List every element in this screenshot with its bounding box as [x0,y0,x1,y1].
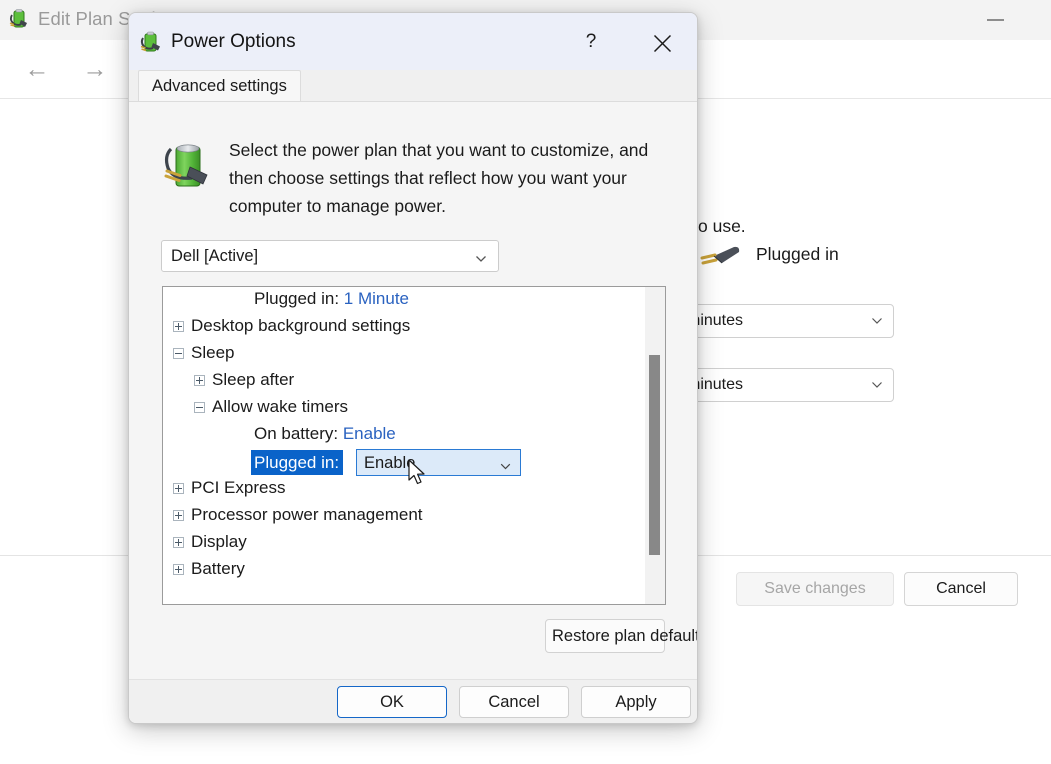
plugged-in-value: Enable [364,454,415,473]
tree-row[interactable]: Battery [163,557,645,584]
ok-button[interactable]: OK [337,686,447,718]
restore-plan-defaults-button[interactable]: Restore plan defaults [545,619,665,653]
dialog-titlebar: Power Options ? [129,13,697,70]
dialog-title: Power Options [171,31,296,53]
tree-node-label: Sleep [191,343,234,363]
expand-icon[interactable] [173,483,184,494]
tree-row[interactable]: Plugged in: Enable [163,449,645,476]
dialog-body: Select the power plan that you want to c… [129,102,697,679]
tree-node-label: Battery [191,559,245,579]
tree-row[interactable]: Display [163,530,645,557]
collapse-icon[interactable] [194,402,205,413]
power-plug-icon [700,238,746,278]
tree-node-label: Sleep after [212,370,294,390]
power-plan-select[interactable]: Dell [Active] [161,240,499,272]
tree-row[interactable]: Sleep [163,341,645,368]
cancel-button[interactable]: Cancel [459,686,569,718]
expand-icon[interactable] [173,537,184,548]
tree-row[interactable]: Desktop background settings [163,314,645,341]
dialog-footer: OK Cancel Apply [129,679,697,724]
chevron-down-icon [500,458,511,467]
background-combo-1[interactable]: minutes [688,304,894,338]
expand-icon[interactable] [173,321,184,332]
dialog-tabstrip: Advanced settings [129,70,697,102]
background-plugged-in-label: Plugged in [756,244,839,265]
arrow-right-icon[interactable]: → [79,54,111,86]
tree-node-label: Allow wake timers [212,397,348,417]
tree-node-label: Desktop background settings [191,316,410,336]
tree-row[interactable]: Processor power management [163,503,645,530]
power-plan-value: Dell [Active] [171,247,258,266]
tree-value-label: On battery: Enable [254,424,396,444]
tree-row[interactable]: Plugged in: 1 Minute [163,287,645,314]
collapse-icon[interactable] [173,348,184,359]
plugged-in-value-select[interactable]: Enable [356,449,521,476]
save-changes-button[interactable]: Save changes [736,572,894,606]
arrow-left-icon[interactable]: ← [21,54,53,86]
power-options-battery-plug-icon [139,29,165,55]
minimize-button[interactable] [975,6,1021,34]
tree-node-label: Display [191,532,247,552]
power-options-dialog: Power Options ? Advanced settings [128,12,698,724]
tree-items: Plugged in: 1 Minute Desktop background s… [163,287,645,604]
selected-setting-label[interactable]: Plugged in: [251,450,343,475]
chevron-down-icon [871,378,883,390]
screen: Edit Plan Settings ← → ⌄ o use. [0,0,1051,764]
help-button[interactable]: ? [569,26,613,58]
tree-node-label: PCI Express [191,478,285,498]
chevron-down-icon [871,314,883,326]
tree-row[interactable]: Sleep after [163,368,645,395]
expand-icon[interactable] [173,510,184,521]
scrollbar-thumb[interactable] [649,355,660,555]
background-cancel-button[interactable]: Cancel [904,572,1018,606]
close-icon[interactable] [641,26,685,58]
tree-node-label: Processor power management [191,505,423,525]
background-combo-2[interactable]: minutes [688,368,894,402]
tree-value-label: Plugged in: 1 Minute [254,289,409,309]
tree-row[interactable]: Allow wake timers [163,395,645,422]
tree-value: 1 Minute [344,289,409,308]
tab-advanced-settings[interactable]: Advanced settings [138,70,301,102]
tree-row[interactable]: PCI Express [163,476,645,503]
dialog-description: Select the power plan that you want to c… [229,136,661,220]
background-partial-text: o use. [698,216,746,237]
expand-icon[interactable] [173,564,184,575]
advanced-settings-tree[interactable]: Plugged in: 1 Minute Desktop background s… [162,286,666,605]
tree-value: Enable [343,424,396,443]
background-plugged-in-row: Plugged in [700,236,960,280]
chevron-down-icon [475,251,487,261]
power-options-battery-plug-icon [8,7,32,31]
apply-button[interactable]: Apply [581,686,691,718]
expand-icon[interactable] [194,375,205,386]
battery-plug-large-icon [162,134,220,192]
tree-scrollbar[interactable] [645,287,665,604]
tree-row[interactable]: On battery: Enable [163,422,645,449]
